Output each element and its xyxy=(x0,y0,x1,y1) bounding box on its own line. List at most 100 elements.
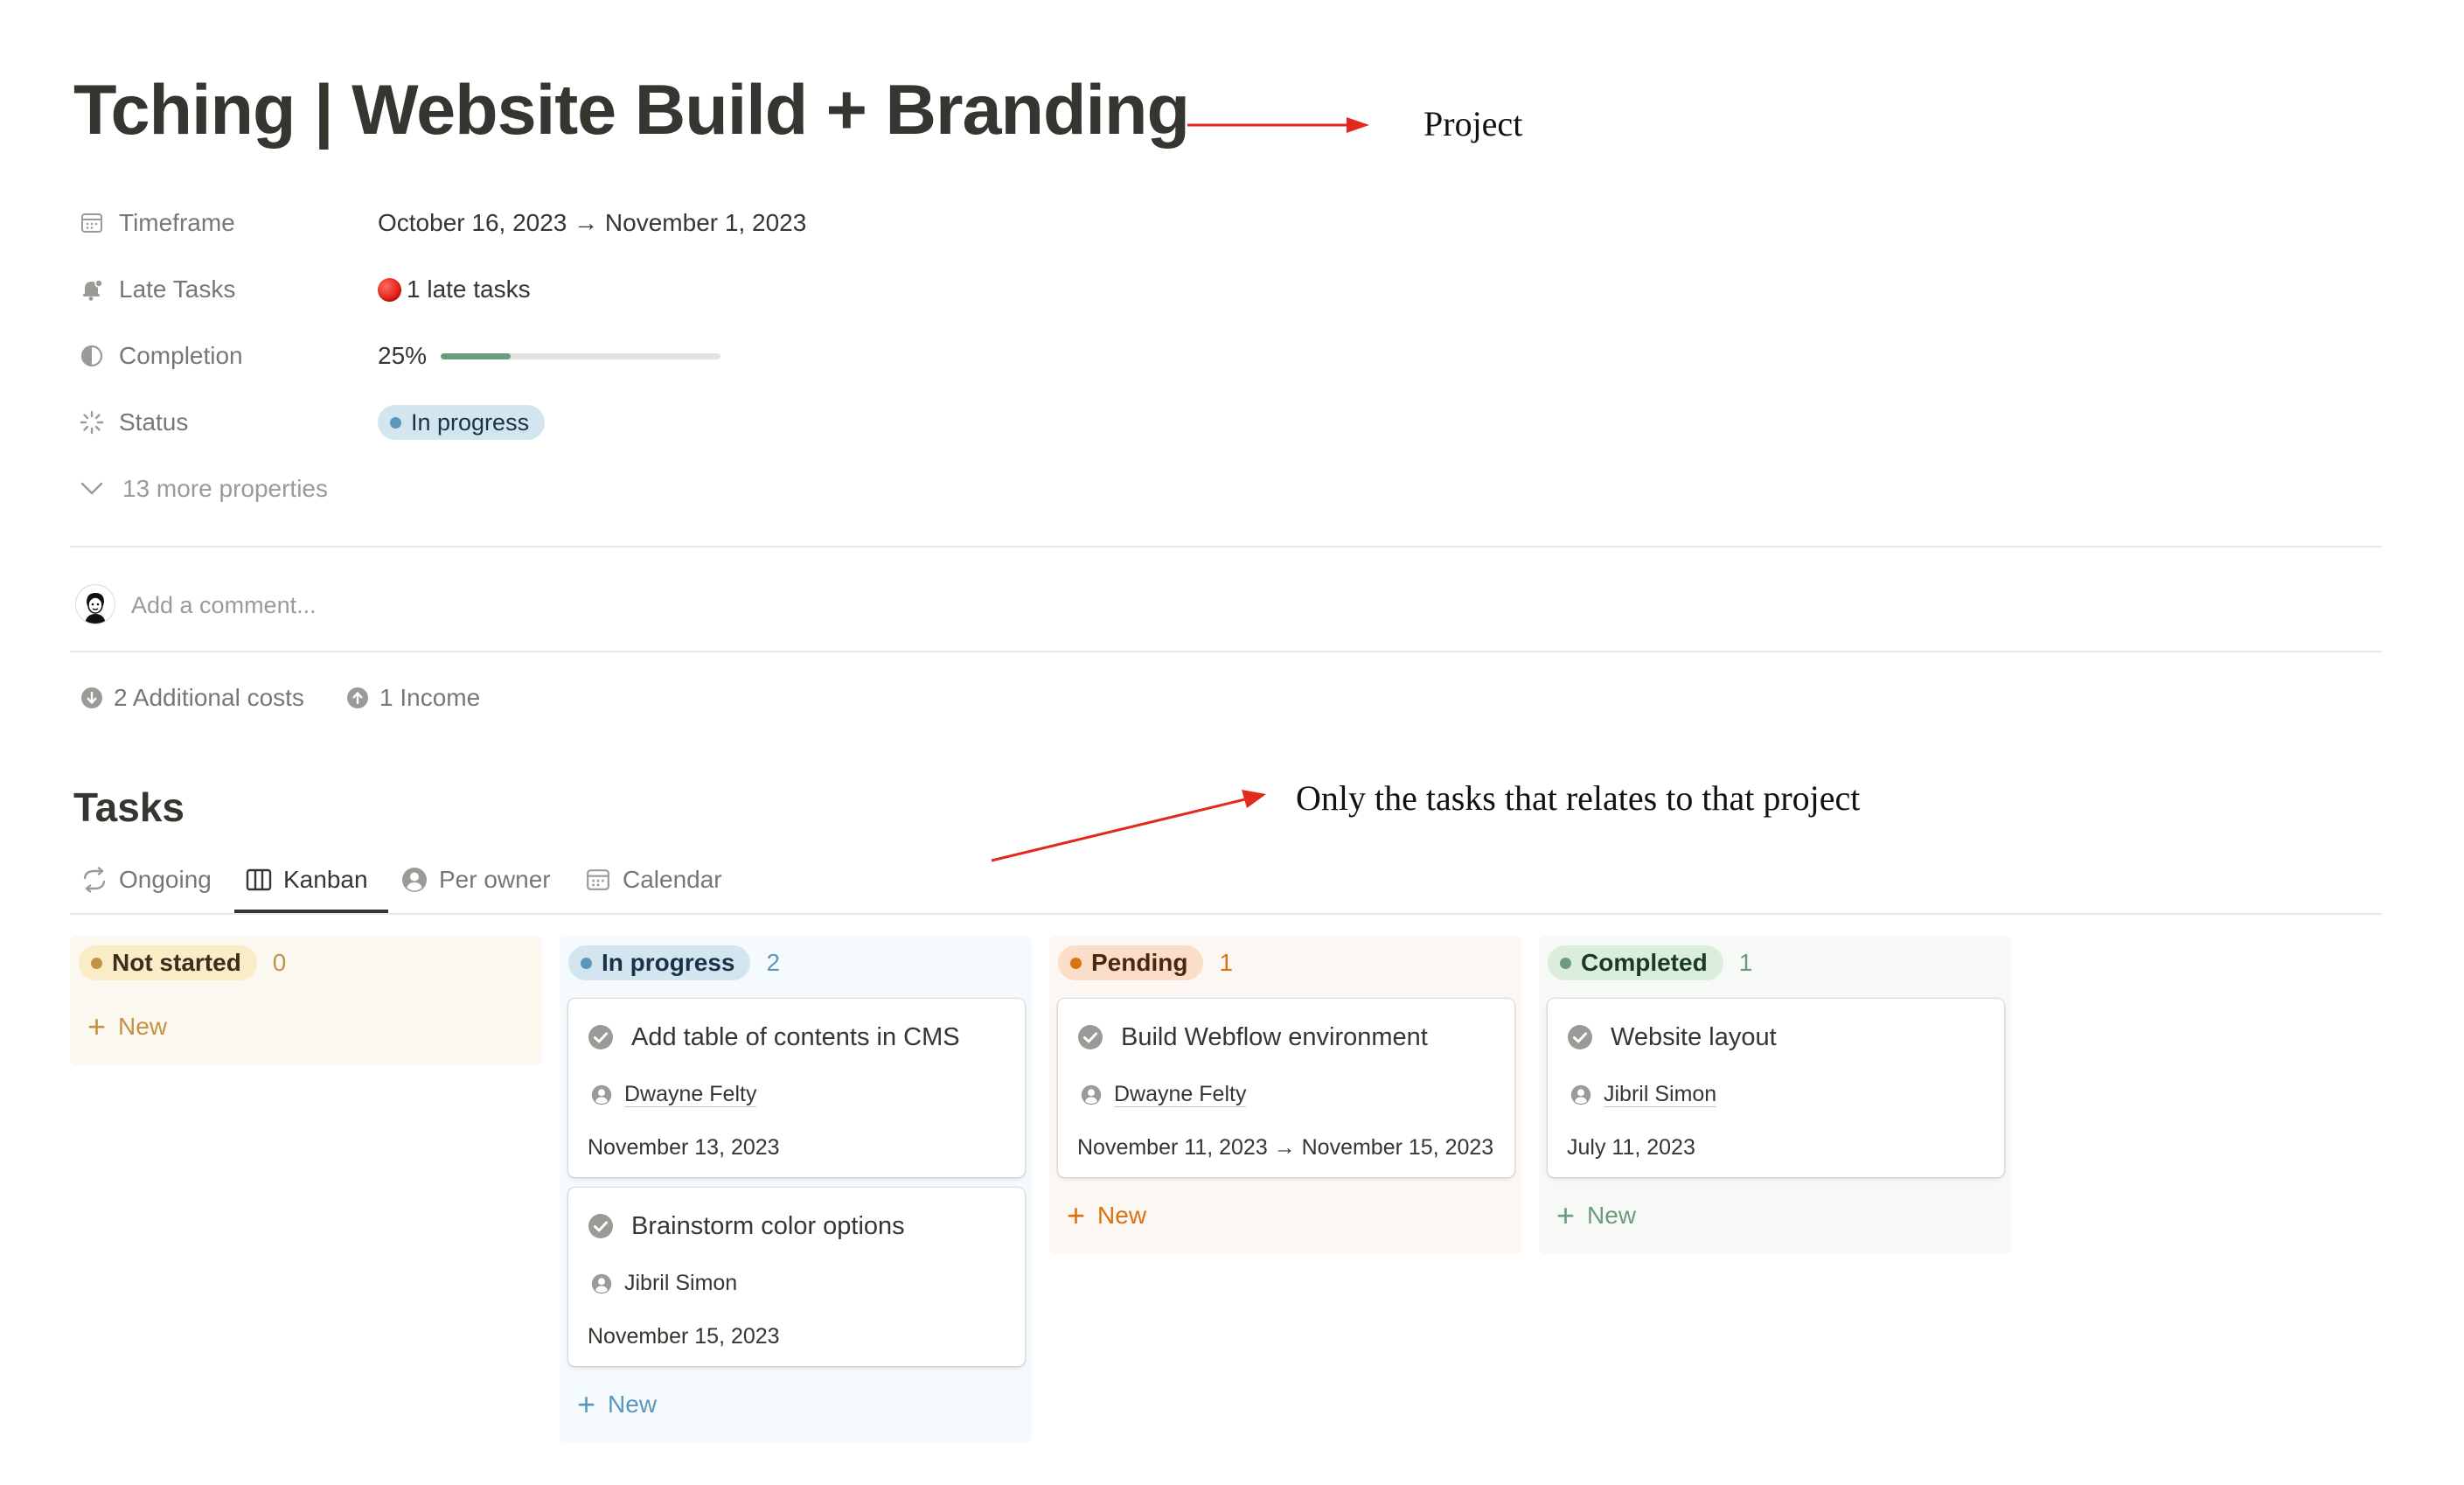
column-header[interactable]: Pending 1 xyxy=(1058,945,1233,981)
status-badge: In progress xyxy=(378,405,546,440)
red-circle-icon xyxy=(378,277,401,302)
more-properties-label: 13 more properties xyxy=(122,475,329,502)
task-card[interactable]: Build Webflow environment Dwayne Felty N… xyxy=(1058,999,1514,1177)
check-circle-icon xyxy=(1078,1025,1103,1049)
card-title-text: Add table of contents in CMS xyxy=(631,1022,960,1051)
person-icon xyxy=(400,866,428,894)
task-card[interactable]: Add table of contents in CMS Dwayne Felt… xyxy=(568,999,1025,1177)
status-text: In progress xyxy=(411,408,530,436)
tab-kanban[interactable]: Kanban xyxy=(245,859,368,901)
card-title-text: Brainstorm color options xyxy=(631,1211,905,1240)
card-title: Website layout xyxy=(1567,1020,1777,1055)
new-task-button[interactable]: + New xyxy=(1556,1197,1636,1234)
status-dot xyxy=(581,957,592,969)
property-late-tasks[interactable]: Late Tasks xyxy=(79,269,235,310)
tab-ongoing[interactable]: Ongoing xyxy=(80,859,212,901)
new-task-button[interactable]: + New xyxy=(87,1008,167,1045)
column-title: In progress xyxy=(602,949,735,976)
card-title-text: Build Webflow environment xyxy=(1121,1022,1428,1051)
column-header[interactable]: Completed 1 xyxy=(1548,945,1752,981)
annotation-tasks-note: Only the tasks that relates to that proj… xyxy=(1296,778,1861,818)
annotation-arrow-tasks xyxy=(991,790,1266,862)
task-card[interactable]: Brainstorm color options Jibril Simon No… xyxy=(568,1188,1025,1366)
new-task-button[interactable]: + New xyxy=(1067,1197,1146,1234)
chevron-down-icon xyxy=(79,476,105,502)
card-date: November 15, 2023 xyxy=(588,1323,780,1349)
kanban-column-in-progress: In progress 2 Add table of contents in C… xyxy=(560,936,1032,1443)
card-title: Brainstorm color options xyxy=(588,1209,905,1244)
status-badge: In progress xyxy=(568,945,751,980)
status-value[interactable]: In progress xyxy=(378,402,546,443)
late-tasks-text: 1 late tasks xyxy=(407,275,531,303)
tab-label: Calendar xyxy=(623,866,722,893)
tab-label: Kanban xyxy=(283,866,368,893)
column-title: Not started xyxy=(112,949,241,976)
new-task-label: New xyxy=(118,1013,168,1040)
board-icon xyxy=(245,866,273,894)
card-owner: Dwayne Felty xyxy=(1081,1079,1247,1111)
completion-value[interactable]: 25% xyxy=(378,336,721,376)
column-count: 0 xyxy=(272,949,287,976)
additional-costs-link[interactable]: 2 Additional costs xyxy=(80,680,304,715)
status-badge: Not started xyxy=(79,945,257,980)
owner-name: Jibril Simon xyxy=(624,1271,738,1296)
status-dot xyxy=(1070,957,1082,969)
property-timeframe[interactable]: Timeframe xyxy=(79,203,235,243)
annotation-project: Project xyxy=(1423,104,1523,143)
card-title: Build Webflow environment xyxy=(1077,1020,1428,1055)
timeframe-value[interactable]: October 16, 2023 → November 1, 2023 xyxy=(378,203,806,243)
spinner-icon xyxy=(79,409,105,436)
property-completion[interactable]: Completion xyxy=(79,336,243,376)
plus-icon: + xyxy=(1067,1197,1086,1233)
tab-calendar[interactable]: Calendar xyxy=(584,859,722,901)
plus-icon: + xyxy=(1556,1197,1576,1233)
tab-per-owner[interactable]: Per owner xyxy=(400,859,551,901)
column-title: Pending xyxy=(1091,949,1188,976)
pie-chart-icon xyxy=(79,343,105,369)
owner-name: Dwayne Felty xyxy=(624,1081,757,1108)
plus-icon: + xyxy=(577,1386,596,1422)
calendar-icon xyxy=(79,210,105,236)
late-tasks-value[interactable]: 1 late tasks xyxy=(378,269,531,310)
card-date: November 11, 2023 → November 15, 2023 xyxy=(1077,1134,1494,1160)
comment-input[interactable] xyxy=(129,586,920,624)
person-icon xyxy=(1081,1084,1102,1105)
property-label: Status xyxy=(119,408,189,436)
column-header[interactable]: In progress 2 xyxy=(568,945,780,981)
status-dot xyxy=(91,957,102,969)
owner-name: Dwayne Felty xyxy=(1114,1081,1247,1108)
divider xyxy=(70,546,2382,547)
refresh-icon xyxy=(80,866,108,894)
check-circle-icon xyxy=(588,1214,613,1238)
card-owner: Jibril Simon xyxy=(1570,1079,1717,1111)
status-badge: Completed xyxy=(1548,945,1723,980)
column-title: Completed xyxy=(1581,949,1708,976)
tab-label: Per owner xyxy=(439,866,551,893)
bell-icon xyxy=(79,276,105,303)
divider xyxy=(70,913,2382,915)
card-owner: Jibril Simon xyxy=(591,1268,737,1300)
page-title: Tching | Website Build + Branding xyxy=(73,71,1190,150)
status-dot xyxy=(390,416,401,429)
new-task-label: New xyxy=(1587,1202,1637,1229)
column-header[interactable]: Not started 0 xyxy=(79,945,286,981)
property-status[interactable]: Status xyxy=(79,402,188,443)
column-count: 1 xyxy=(1219,949,1234,976)
avatar xyxy=(75,584,115,624)
status-dot xyxy=(1560,957,1571,969)
income-label: 1 Income xyxy=(379,684,481,711)
new-task-button[interactable]: + New xyxy=(577,1386,657,1423)
check-circle-icon xyxy=(1568,1025,1592,1049)
income-link[interactable]: 1 Income xyxy=(346,680,480,715)
check-circle-icon xyxy=(588,1025,613,1049)
task-card[interactable]: Website layout Jibril Simon July 11, 202… xyxy=(1548,999,2004,1177)
more-properties-toggle[interactable]: 13 more properties xyxy=(79,469,328,509)
status-badge: Pending xyxy=(1058,945,1204,980)
card-title: Add table of contents in CMS xyxy=(588,1020,960,1055)
additional-costs-label: 2 Additional costs xyxy=(114,684,304,711)
card-date: July 11, 2023 xyxy=(1567,1134,1695,1160)
completion-progress-fill xyxy=(441,352,512,359)
new-task-label: New xyxy=(608,1391,658,1418)
new-task-label: New xyxy=(1097,1202,1147,1229)
card-date: November 13, 2023 xyxy=(588,1134,780,1160)
